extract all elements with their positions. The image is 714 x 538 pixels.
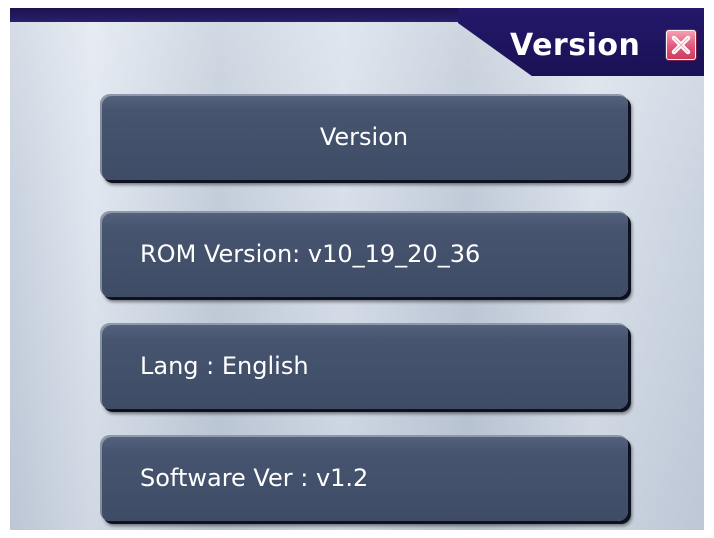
close-button[interactable] xyxy=(666,30,696,60)
rom-version-panel: ROM Version: v10_19_20_36 xyxy=(100,211,628,297)
version-screen: Version Version ROM Version: v10_19_20_3… xyxy=(10,8,704,530)
version-header-panel: Version xyxy=(100,94,628,180)
software-version-panel: Software Ver : v1.2 xyxy=(100,435,628,521)
close-icon xyxy=(671,35,691,55)
window-title: Version xyxy=(510,28,641,63)
software-version-text: Software Ver : v1.2 xyxy=(140,464,369,492)
version-header-label: Version xyxy=(319,123,409,151)
language-panel: Lang : English xyxy=(100,323,628,409)
language-text: Lang : English xyxy=(140,352,309,380)
rom-version-text: ROM Version: v10_19_20_36 xyxy=(140,240,481,268)
